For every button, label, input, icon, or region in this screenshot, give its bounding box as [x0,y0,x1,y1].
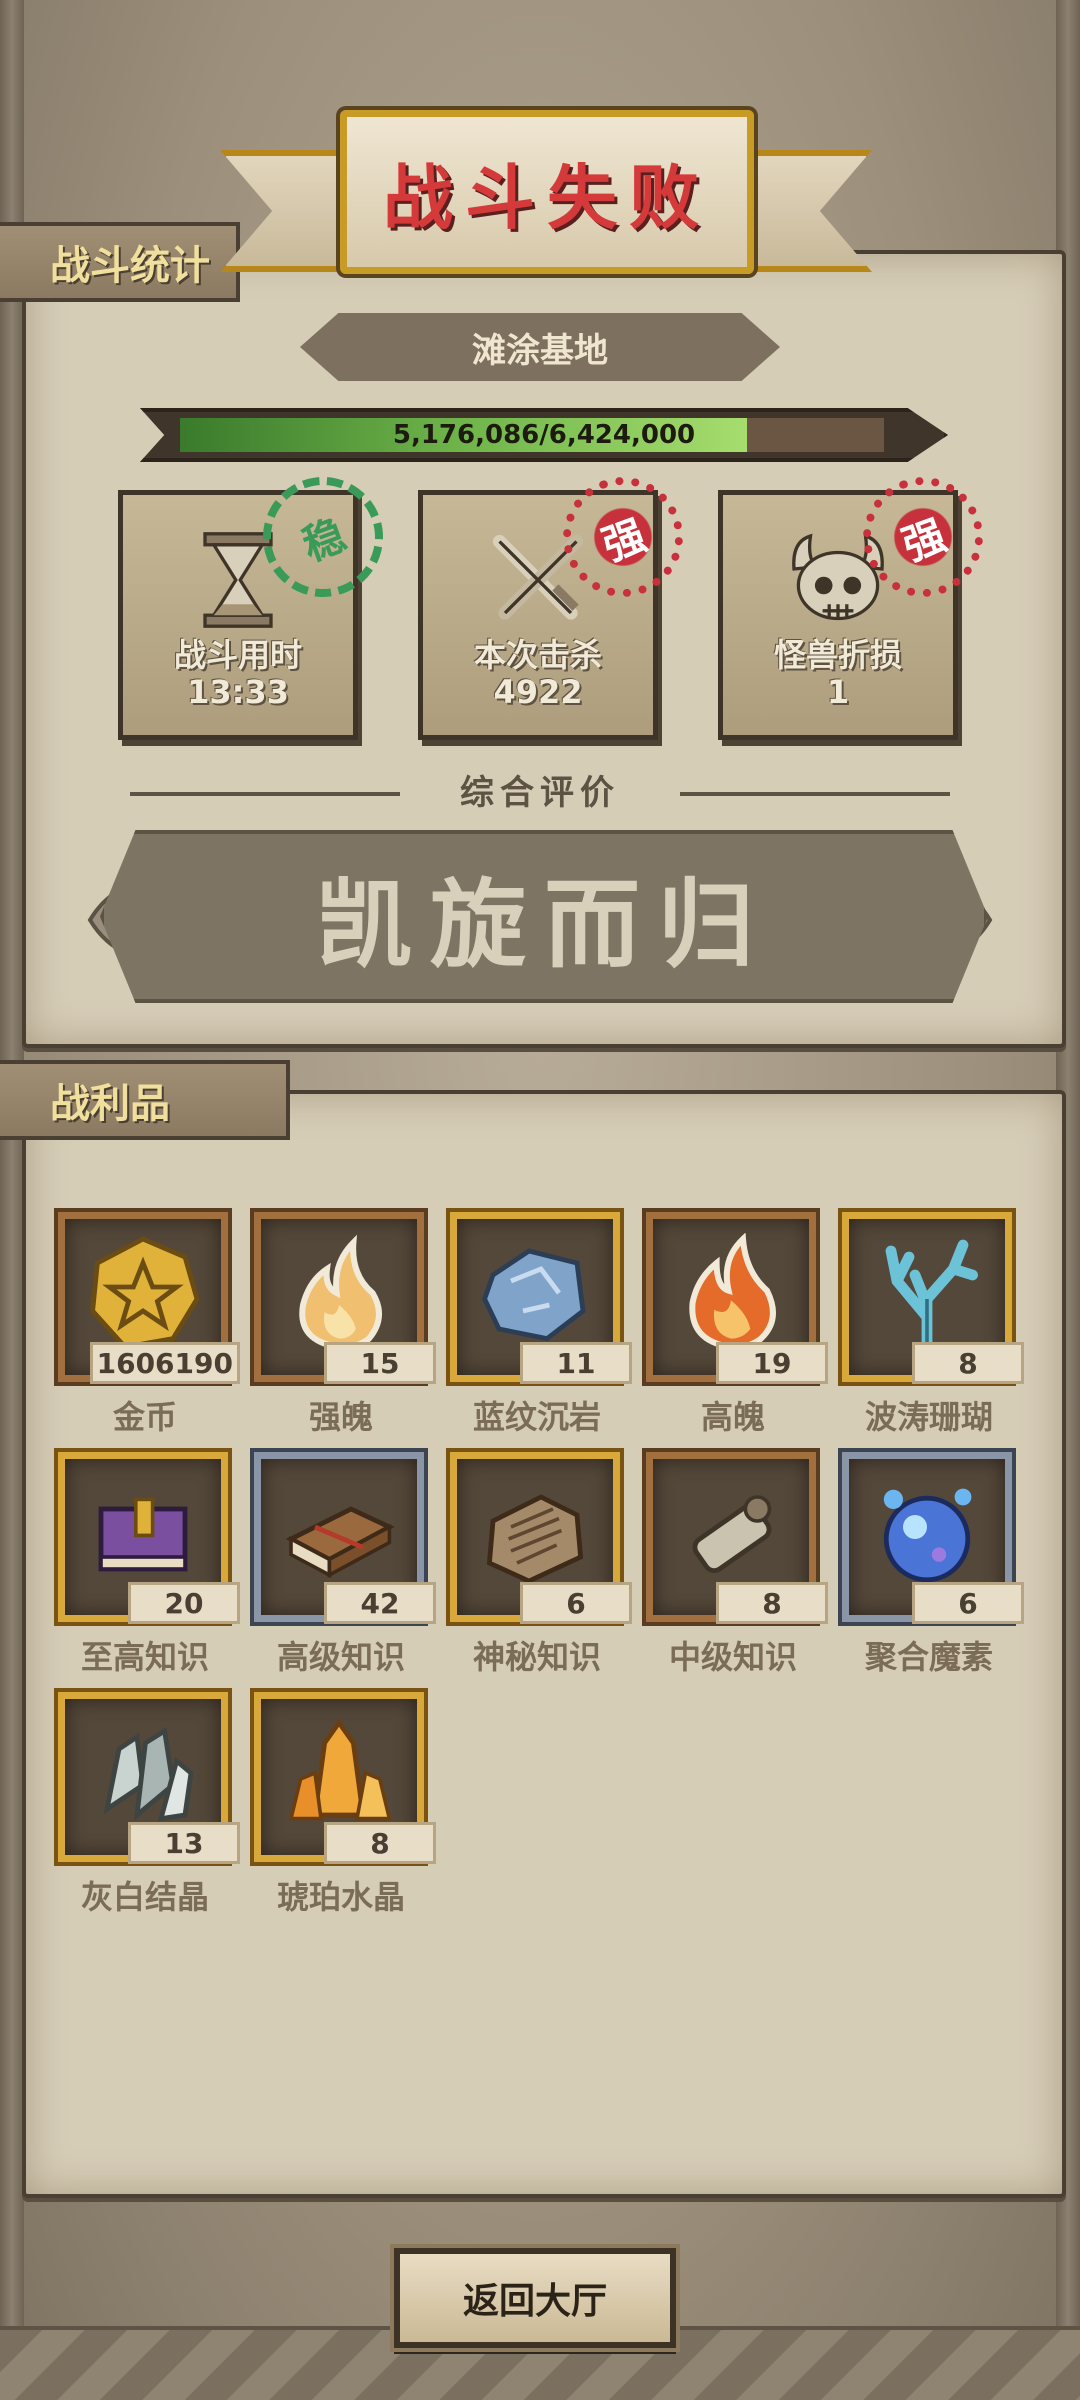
item-count: 11 [520,1342,632,1384]
item-name: 波涛珊瑚 [864,1398,993,1436]
progress-text: 5,176,086/6,424,000 [392,420,696,450]
coral-icon [885,1239,978,1353]
damage-progress-bar: 5,176,086/6,424,000 [140,408,948,462]
loot-item-amber-crystal[interactable]: 8 琥珀水晶 [246,1692,436,1922]
result-title: 战斗失败 [383,156,711,239]
item-count: 42 [324,1582,436,1624]
item-name: 强魄 [308,1398,373,1436]
item-name: 至高知识 [80,1638,209,1676]
gray-crystal-icon [103,1727,194,1822]
loot-item-advanced-knowledge[interactable]: 42 高级知识 [246,1452,436,1682]
gold-coin-icon [90,1236,200,1350]
blue-orb-icon [883,1488,972,1583]
item-name: 中级知识 [668,1638,797,1676]
item-name: 高魄 [700,1398,765,1436]
item-name: 高级知识 [276,1638,405,1676]
flame-spirit-icon [299,1234,382,1351]
stat-label: 本次击杀 [473,636,602,674]
brown-book-icon [285,1506,395,1579]
stat-label: 战斗用时 [173,636,302,674]
item-count: 8 [324,1822,436,1864]
stat-value: 4922 [493,673,583,711]
stat-value: 1 [826,673,850,711]
location-ribbon: 滩涂基地 [300,313,780,381]
orange-flame-icon [689,1233,776,1351]
stat-value: 13:33 [187,673,289,711]
stat-card-kills: 强 本次击杀 4922 [418,460,700,740]
item-name: 金币 [112,1398,177,1436]
item-count: 1606190 [89,1342,240,1384]
rating-text: 凯旋而归 [316,869,772,981]
rating-label: 综合评价 [400,765,680,814]
item-name: 蓝纹沉岩 [472,1398,601,1436]
purple-book-icon [98,1497,188,1572]
loot-item-gold-coin[interactable]: 1606190 金币 [50,1212,240,1442]
banner-plate: 战斗失败 [340,110,754,274]
item-count: 6 [912,1582,1024,1624]
loot-item-intermediate-knowledge[interactable]: 8 中级知识 [638,1452,828,1682]
item-name: 灰白结晶 [80,1878,209,1916]
item-count: 15 [324,1342,436,1384]
loot-item-blue-rock[interactable]: 11 蓝纹沉岩 [442,1212,632,1442]
item-count: 20 [128,1582,240,1624]
rating-banner: 凯旋而归 [100,830,988,1003]
item-count: 19 [716,1342,828,1384]
loot-item-high-spirit[interactable]: 19 高魄 [638,1212,828,1442]
item-name: 琥珀水晶 [276,1878,405,1916]
battle-stats-tab: 战斗统计 [0,222,240,302]
stat-card-time: 稳 战斗用时 13:33 [118,460,400,740]
loot-item-fused-mana[interactable]: 6 聚合魔素 [834,1452,1024,1682]
loot-item-wave-coral[interactable]: 8 波涛珊瑚 [834,1212,1024,1442]
loot-tab: 战利品 [0,1060,290,1140]
item-count: 8 [912,1342,1024,1384]
stat-label: 怪兽折损 [773,636,902,674]
result-banner: 战斗失败 [220,110,872,285]
stone-tablet-icon [486,1494,584,1584]
amber-crystal-icon [288,1718,392,1821]
loot-item-mystic-knowledge[interactable]: 6 神秘知识 [442,1452,632,1682]
loot-item-gray-crystal[interactable]: 13 灰白结晶 [50,1692,240,1922]
loot-item-supreme-knowledge[interactable]: 20 至高知识 [50,1452,240,1682]
item-count: 6 [520,1582,632,1624]
item-count: 13 [128,1822,240,1864]
item-name: 神秘知识 [472,1638,601,1676]
stat-card-monster-loss: 强 怪兽折损 1 [718,460,1000,740]
loot-item-strong-spirit[interactable]: 15 强魄 [246,1212,436,1442]
left-frame-rail [0,0,24,2400]
back-to-lobby-button[interactable]: 返回大厅 [394,2248,676,2348]
scroll-icon [692,1495,772,1574]
blue-rock-icon [482,1248,586,1342]
item-count: 8 [716,1582,828,1624]
item-name: 聚合魔素 [864,1638,993,1676]
